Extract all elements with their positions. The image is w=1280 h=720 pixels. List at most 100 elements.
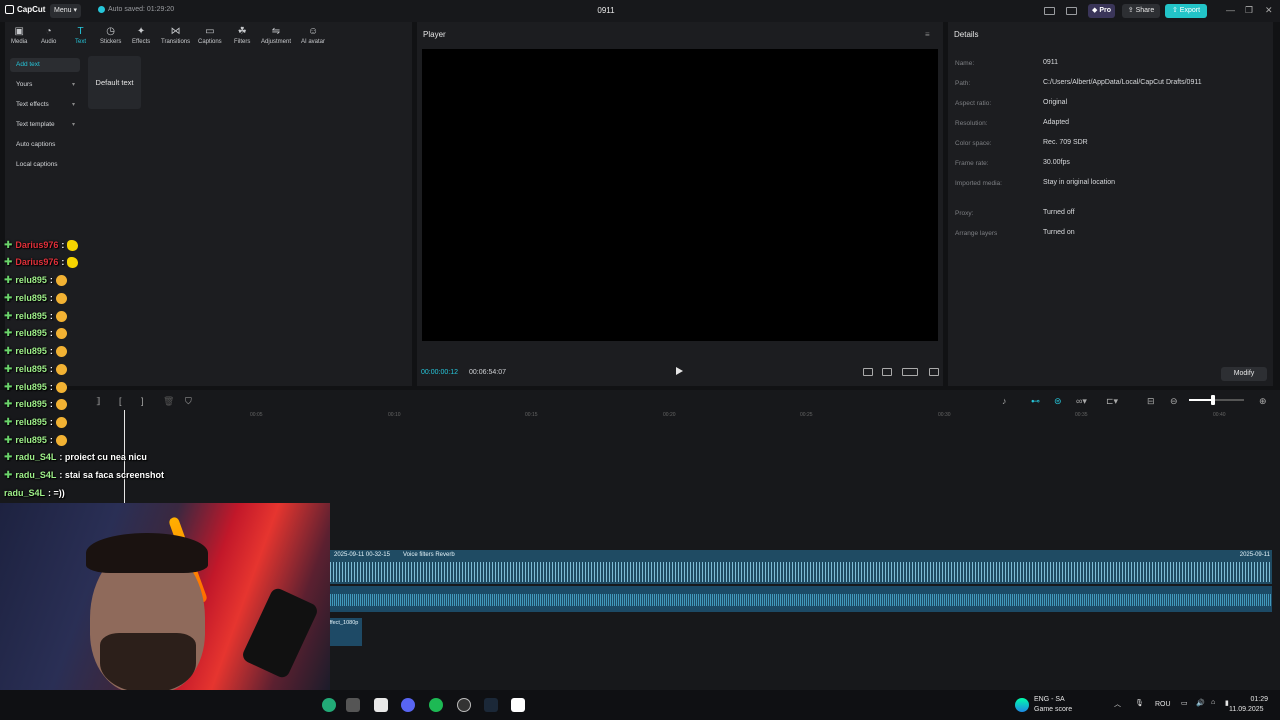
emote-icon — [55, 310, 67, 322]
chat-message: ✚ relu895: — [4, 326, 67, 340]
media-icon: ▣ — [14, 26, 24, 37]
tab-captions[interactable]: ▭ Captions — [198, 26, 222, 46]
emote-icon — [55, 416, 67, 428]
default-text-card[interactable]: Default text — [88, 56, 141, 109]
minimize-icon[interactable]: — — [1226, 5, 1235, 15]
calendar-icon[interactable] — [374, 698, 388, 712]
fit-timeline-icon[interactable]: ⊟ — [1147, 396, 1155, 407]
chat-message: ✚ relu895: — [4, 309, 67, 323]
player-title: Player — [423, 30, 446, 39]
sidebar-item-yours[interactable]: Yours ▾ — [10, 78, 80, 92]
display-icon[interactable]: ▭ — [1181, 699, 1188, 707]
restore-icon[interactable]: ❐ — [1245, 5, 1253, 16]
chat-message: ✚ relu895: — [4, 344, 67, 358]
plus-icon: ✚ — [4, 381, 13, 393]
plus-icon: ✚ — [4, 310, 13, 322]
tab-media[interactable]: ▣ Media — [11, 26, 27, 46]
video-preview[interactable] — [422, 49, 938, 341]
preview-axis-icon[interactable]: ⊏▾ — [1106, 396, 1118, 407]
modify-button[interactable]: Modify — [1221, 367, 1267, 381]
captions-icon: ▭ — [205, 26, 215, 37]
layout-icon[interactable] — [1044, 7, 1055, 15]
plus-icon: ✚ — [4, 239, 13, 251]
details-title: Details — [954, 30, 979, 39]
clip-effect-label: Voice filters Reverb — [403, 552, 455, 558]
sidebar-item-add-text[interactable]: Add text — [10, 58, 80, 72]
sidebar-item-auto-captions[interactable]: Auto captions — [10, 138, 80, 152]
text-icon: T — [77, 26, 84, 37]
tab-transitions[interactable]: ⋈ Transitions — [161, 26, 190, 46]
capcut-taskbar-icon[interactable] — [511, 698, 525, 712]
split-right-icon[interactable]: ] — [141, 396, 144, 406]
obs-icon[interactable] — [457, 698, 471, 712]
close-icon[interactable]: ✕ — [1265, 5, 1273, 16]
ruler-tick: 00:40 — [1213, 412, 1226, 418]
tab-ai-avatar[interactable]: ☺ AI avatar — [301, 26, 325, 46]
audio-clip-secondary[interactable] — [326, 586, 1272, 612]
clock-time[interactable]: 01:29 — [1248, 696, 1268, 703]
chat-message: ✚ relu895: — [4, 397, 67, 411]
marker-icon[interactable]: ⛉ — [185, 396, 192, 407]
sidebar-item-text-effects[interactable]: Text effects ▾ — [10, 98, 80, 112]
widget-line1: ENG - SA — [1034, 696, 1065, 703]
snapshot-icon[interactable] — [882, 368, 892, 376]
spotify-icon[interactable] — [429, 698, 443, 712]
pro-button[interactable]: ◆ Pro — [1088, 4, 1115, 18]
tab-text[interactable]: T Text — [75, 26, 86, 46]
zoom-slider[interactable] — [1189, 395, 1244, 405]
language-indicator[interactable]: ROU — [1155, 701, 1171, 708]
plus-icon: ✚ — [4, 363, 13, 375]
linkage-icon[interactable]: ∞▾ — [1076, 396, 1087, 407]
chat-message: radu_S4L: =)) — [4, 488, 65, 498]
mic-icon[interactable]: 🎙 — [1135, 699, 1144, 707]
play-icon[interactable] — [676, 367, 683, 375]
title-bar: CapCut Menu ▾ Auto saved: 01:29:20 0911 … — [0, 0, 1280, 22]
record-mic-icon[interactable]: ♪ — [1002, 396, 1007, 406]
fullscreen-icon[interactable] — [929, 368, 939, 376]
tab-audio[interactable]: ◔ Audio — [41, 26, 56, 46]
chat-message: ✚ radu_S4L: proiect cu nea nicu — [4, 451, 147, 463]
transitions-icon: ⋈ — [170, 26, 181, 37]
audio-clip[interactable]: 2025-09-11 00-32-15 Voice filters Reverb… — [330, 550, 1272, 584]
network-icon[interactable]: ⌂ — [1211, 699, 1215, 706]
app-icon[interactable] — [322, 698, 336, 712]
plus-icon: ✚ — [4, 398, 13, 410]
zoom-in-icon[interactable]: ⊕ — [1259, 396, 1267, 407]
tab-effects[interactable]: ✦ Effects — [132, 27, 150, 46]
tab-filters[interactable]: ☘ Filters — [234, 27, 250, 46]
split-icon[interactable]: ⟧ — [96, 396, 100, 407]
detail-value: Rec. 709 SDR — [1043, 139, 1088, 146]
preview-quality-icon[interactable] — [863, 368, 873, 376]
export-button[interactable]: ⇧ Export — [1165, 4, 1207, 18]
sidebar-item-text-template[interactable]: Text template ▾ — [10, 118, 80, 132]
shortcuts-icon[interactable] — [1066, 7, 1077, 15]
share-button[interactable]: ⇪ Share — [1122, 4, 1160, 18]
detail-label: Path: — [955, 80, 971, 87]
unity-icon[interactable] — [346, 698, 360, 712]
ai-avatar-icon: ☺ — [308, 26, 319, 37]
volume-icon[interactable]: 🔊 — [1196, 699, 1205, 707]
player-menu-icon[interactable]: ≡ — [925, 30, 930, 39]
split-left-icon[interactable]: [ — [119, 396, 122, 406]
tab-stickers[interactable]: ◷ Stickers — [100, 27, 121, 46]
main-track-magnet-icon[interactable]: ⊷ — [1031, 396, 1040, 407]
zoom-slider-handle[interactable] — [1211, 395, 1215, 405]
detail-value: 30.00fps — [1043, 159, 1070, 166]
project-title: 0911 — [597, 6, 615, 15]
steam-icon[interactable] — [484, 698, 498, 712]
clock-date[interactable]: 11.09.2025 — [1229, 706, 1264, 713]
effect-clip[interactable]: Effect_1080p — [326, 618, 362, 646]
sidebar-item-local-captions[interactable]: Local captions — [10, 158, 80, 172]
delete-icon[interactable]: 🗑 — [163, 396, 174, 407]
auto-snap-icon[interactable]: ⊜ — [1054, 396, 1062, 407]
ruler-tick: 00:25 — [800, 412, 813, 418]
discord-icon[interactable] — [401, 698, 415, 712]
plus-icon: ✚ — [4, 451, 13, 463]
tray-chevron-icon[interactable]: ︿ — [1114, 699, 1121, 709]
detail-value: Turned off — [1043, 209, 1075, 216]
audio-icon: ◔ — [45, 26, 52, 37]
zoom-out-icon[interactable]: ⊖ — [1170, 396, 1178, 407]
ratio-icon[interactable] — [902, 368, 918, 376]
emote-icon — [67, 256, 79, 268]
tab-adjustment[interactable]: ⇋ Adjustment — [261, 27, 291, 46]
